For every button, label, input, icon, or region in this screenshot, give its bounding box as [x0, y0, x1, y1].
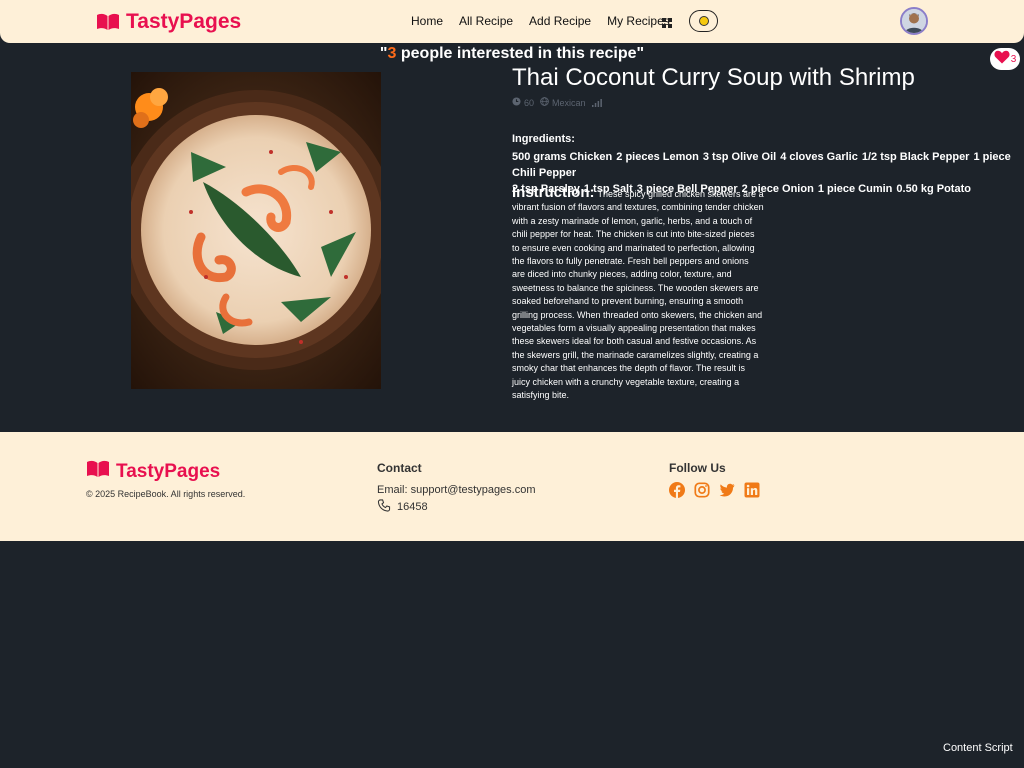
footer-brand[interactable]: TastyPages	[86, 460, 220, 484]
phone-number: 16458	[397, 501, 428, 513]
ingredient-item: 4 cloves Garlic	[780, 151, 858, 163]
interest-text: people interested in this recipe	[396, 45, 637, 62]
ingredient-item: 0.50 kg Potato	[896, 183, 971, 195]
cook-time: 60	[512, 97, 534, 108]
nav-link-all-recipe[interactable]: All Recipe	[459, 14, 513, 28]
globe-icon	[540, 97, 549, 108]
recipe-image	[131, 72, 381, 389]
ingredient-item: 2 pieces Lemon	[616, 151, 699, 163]
ingredient-item: 1/2 tsp Black Pepper	[861, 151, 970, 163]
follow-heading: Follow Us	[669, 461, 726, 475]
brand-name: TastyPages	[126, 10, 242, 33]
nav-link-home[interactable]: Home	[411, 14, 443, 28]
difficulty-icon	[591, 98, 602, 107]
contact-email[interactable]: Email: support@testypages.com	[377, 484, 536, 496]
recipe-meta: 60 Mexican	[512, 97, 602, 108]
facebook-icon[interactable]	[669, 482, 685, 498]
twitter-icon[interactable]	[719, 482, 735, 498]
theme-toggle[interactable]	[689, 10, 718, 32]
cook-time-value: 60	[524, 97, 535, 108]
sun-icon	[698, 16, 709, 26]
quote-close: "	[636, 45, 645, 62]
recipe-title: Thai Coconut Curry Soup with Shrimp	[512, 64, 915, 91]
dashboard-icon[interactable]	[662, 15, 672, 28]
ingredient-item: 1 piece Cumin	[817, 183, 893, 195]
clock-icon	[512, 97, 521, 108]
phone-icon	[377, 499, 391, 515]
like-count: 3	[1010, 53, 1017, 65]
nav-link-my-recipes[interactable]: My Recipes	[607, 14, 670, 28]
content-script-label: Content Script	[943, 742, 1013, 754]
book-icon	[96, 13, 120, 31]
ingredient-item: 3 tsp Olive Oil	[702, 151, 777, 163]
cuisine: Mexican	[540, 97, 586, 108]
linkedin-icon[interactable]	[744, 482, 760, 498]
avatar[interactable]	[900, 7, 928, 35]
ingredient-item: 500 grams Chicken	[512, 151, 613, 163]
cuisine-value: Mexican	[552, 97, 586, 108]
heart-icon	[994, 50, 1010, 69]
like-button[interactable]: 3	[990, 48, 1020, 70]
footer-brand-name: TastyPages	[116, 461, 221, 482]
nav-links: Home All Recipe Add Recipe My Recipes	[411, 14, 670, 28]
instruction-block: Instruction: These spicy grilled chicken …	[512, 184, 764, 403]
instruction-label: Instruction:	[512, 184, 595, 201]
instagram-icon[interactable]	[694, 482, 710, 498]
copyright: © 2025 RecipeBook. All rights reserved.	[86, 489, 246, 499]
brand-logo[interactable]: TastyPages	[96, 10, 241, 34]
interest-banner: "3 people interested in this recipe"	[0, 45, 1024, 63]
instruction-text: These spicy grilled chicken skewers are …	[512, 189, 764, 401]
ingredients-heading: Ingredients:	[512, 133, 575, 145]
social-links	[669, 482, 760, 498]
contact-phone[interactable]: 16458	[377, 499, 428, 515]
nav-link-add-recipe[interactable]: Add Recipe	[529, 14, 591, 28]
navbar: TastyPages Home All Recipe Add Recipe My…	[0, 0, 1024, 43]
contact-heading: Contact	[377, 461, 422, 475]
quote-open: "	[379, 45, 388, 62]
footer: TastyPages © 2025 RecipeBook. All rights…	[0, 432, 1024, 541]
book-icon	[86, 460, 110, 484]
